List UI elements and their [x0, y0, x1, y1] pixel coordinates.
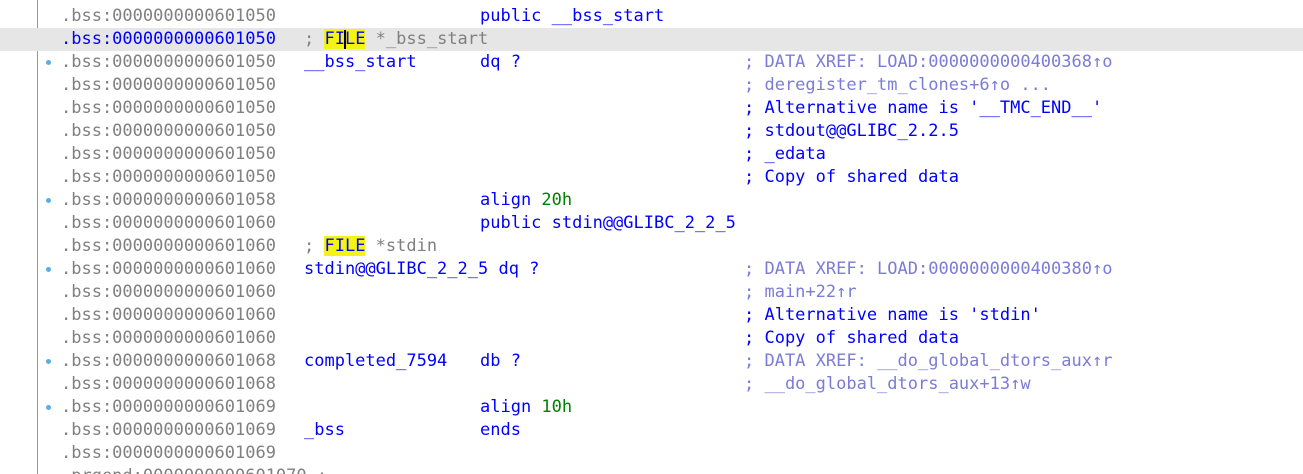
comment: ; Alternative name is '__TMC_END__' [744, 98, 1103, 118]
listing-row[interactable]: .prgend:0000000000601070 ; [0, 465, 1303, 474]
code-dot-icon [46, 267, 51, 272]
comment: ; _edata [744, 144, 826, 164]
instruction[interactable]: public __bss_start [480, 5, 664, 28]
address[interactable]: .bss:0000000000601058 [61, 189, 276, 212]
address[interactable]: .bss:0000000000601050 [61, 51, 276, 74]
listing-row[interactable]: .bss:0000000000601069 [0, 442, 1303, 465]
listing-row[interactable]: .bss:0000000000601058 align 20h [0, 189, 1303, 212]
address[interactable]: .prgend:0000000000601070 ; [61, 465, 327, 474]
comment: ; stdout@@GLIBC_2.2.5 [744, 121, 959, 141]
type-comment-rest: *stdin [365, 236, 438, 256]
address[interactable]: .bss:0000000000601060 [61, 235, 276, 258]
address[interactable]: .bss:0000000000601060 [61, 258, 276, 281]
mnemonic: align [480, 190, 542, 210]
numeric-operand[interactable]: 20h [541, 190, 572, 210]
xref-comment[interactable]: ; DATA XREF: LOAD:0000000000400380↑o [744, 258, 1112, 281]
address[interactable]: .bss:0000000000601060 [61, 212, 276, 235]
listing-row[interactable]: .bss:0000000000601069 align 10h [0, 396, 1303, 419]
listing-row[interactable]: .bss:0000000000601068 ; __do_global_dtor… [0, 373, 1303, 396]
address[interactable]: .bss:0000000000601069 [61, 396, 276, 419]
instruction[interactable]: dq ? [480, 51, 521, 74]
mnemonic: align [480, 397, 542, 417]
type-comment: ; FILE *stdin [304, 235, 437, 258]
type-comment-rest: *_bss_start [365, 29, 489, 49]
code-dot-icon [46, 60, 51, 65]
address[interactable]: .bss:0000000000601069 [61, 442, 276, 465]
instruction[interactable]: align 10h [480, 396, 572, 419]
listing-row[interactable]: .bss:0000000000601068 completed_7594 db … [0, 350, 1303, 373]
listing-row[interactable]: .bss:0000000000601060 ; Copy of shared d… [0, 327, 1303, 350]
address[interactable]: .bss:0000000000601050 [61, 74, 276, 97]
listing-row[interactable]: .bss:0000000000601050 ; deregister_tm_cl… [0, 74, 1303, 97]
listing-row-selected[interactable]: .bss:0000000000601050 ; FILE *_bss_start [0, 28, 1303, 51]
listing-row[interactable]: .bss:0000000000601050 ; Copy of shared d… [0, 166, 1303, 189]
code-dot-icon [46, 359, 51, 364]
address[interactable]: .bss:0000000000601068 [61, 350, 276, 373]
text-cursor [344, 30, 346, 49]
address[interactable]: .bss:0000000000601069 [61, 419, 276, 442]
address[interactable]: .bss:0000000000601050 [61, 5, 276, 28]
comment: ; Copy of shared data [744, 167, 959, 187]
listing-row[interactable]: .bss:0000000000601050 ; Alternative name… [0, 97, 1303, 120]
listing-row[interactable]: .bss:0000000000601050 ; stdout@@GLIBC_2.… [0, 120, 1303, 143]
listing-row[interactable]: .bss:0000000000601060 public stdin@@GLIB… [0, 212, 1303, 235]
address[interactable]: .bss:0000000000601050 [61, 28, 276, 51]
numeric-operand[interactable]: 10h [541, 397, 572, 417]
xref-comment[interactable]: ; DATA XREF: __do_global_dtors_aux↑r [744, 350, 1112, 373]
type-comment: ; FILE *_bss_start [304, 28, 488, 51]
address[interactable]: .bss:0000000000601060 [61, 304, 276, 327]
instruction[interactable]: db ? [480, 350, 521, 373]
type-comment-prefix: ; [304, 29, 325, 49]
listing-row[interactable]: .bss:0000000000601060 stdin@@GLIBC_2_2_5… [0, 258, 1303, 281]
type-comment-prefix: ; [304, 236, 325, 256]
comment: ; Alternative name is 'stdin' [744, 305, 1041, 325]
address[interactable]: .bss:0000000000601060 [61, 327, 276, 350]
code-dot-icon [46, 405, 51, 410]
address[interactable]: .bss:0000000000601050 [61, 166, 276, 189]
address[interactable]: .bss:0000000000601050 [61, 97, 276, 120]
xref-comment[interactable]: ; DATA XREF: LOAD:0000000000400368↑o [744, 51, 1112, 74]
listing-row[interactable]: .bss:0000000000601060 ; FILE *stdin [0, 235, 1303, 258]
symbol-label[interactable]: completed_7594 [304, 350, 447, 373]
address[interactable]: .bss:0000000000601060 [61, 281, 276, 304]
listing: .bss:0000000000601050 public __bss_start… [0, 5, 1303, 474]
xref-comment[interactable]: ; __do_global_dtors_aux+13↑w [744, 373, 1031, 396]
ida-disassembly-view[interactable]: .bss:0000000000601050 public __bss_start… [0, 0, 1303, 474]
symbol-label[interactable]: _bss [304, 419, 345, 442]
xref-comment[interactable]: ; main+22↑r [744, 281, 857, 304]
comment: ; Copy of shared data [744, 328, 959, 348]
symbol-label[interactable]: __bss_start [304, 51, 417, 74]
instruction[interactable]: align 20h [480, 189, 572, 212]
listing-row[interactable]: .bss:0000000000601050 ; _edata [0, 143, 1303, 166]
listing-row[interactable]: .bss:0000000000601060 ; Alternative name… [0, 304, 1303, 327]
listing-row[interactable]: .bss:0000000000601050 __bss_start dq ? ;… [0, 51, 1303, 74]
instruction[interactable]: public stdin@@GLIBC_2_2_5 [480, 212, 736, 235]
listing-row[interactable]: .bss:0000000000601060 ; main+22↑r [0, 281, 1303, 304]
type-keyword-highlight[interactable]: FILE [324, 236, 366, 256]
code-dot-icon [46, 198, 51, 203]
address[interactable]: .bss:0000000000601050 [61, 120, 276, 143]
instruction[interactable]: ends [480, 419, 521, 442]
address[interactable]: .bss:0000000000601068 [61, 373, 276, 396]
xref-comment[interactable]: ; deregister_tm_clones+6↑o ... [744, 74, 1051, 97]
symbol-label[interactable]: stdin@@GLIBC_2_2_5 dq ? [304, 258, 539, 281]
listing-row[interactable]: .bss:0000000000601050 public __bss_start [0, 5, 1303, 28]
address[interactable]: .bss:0000000000601050 [61, 143, 276, 166]
listing-row[interactable]: .bss:0000000000601069 _bss ends [0, 419, 1303, 442]
